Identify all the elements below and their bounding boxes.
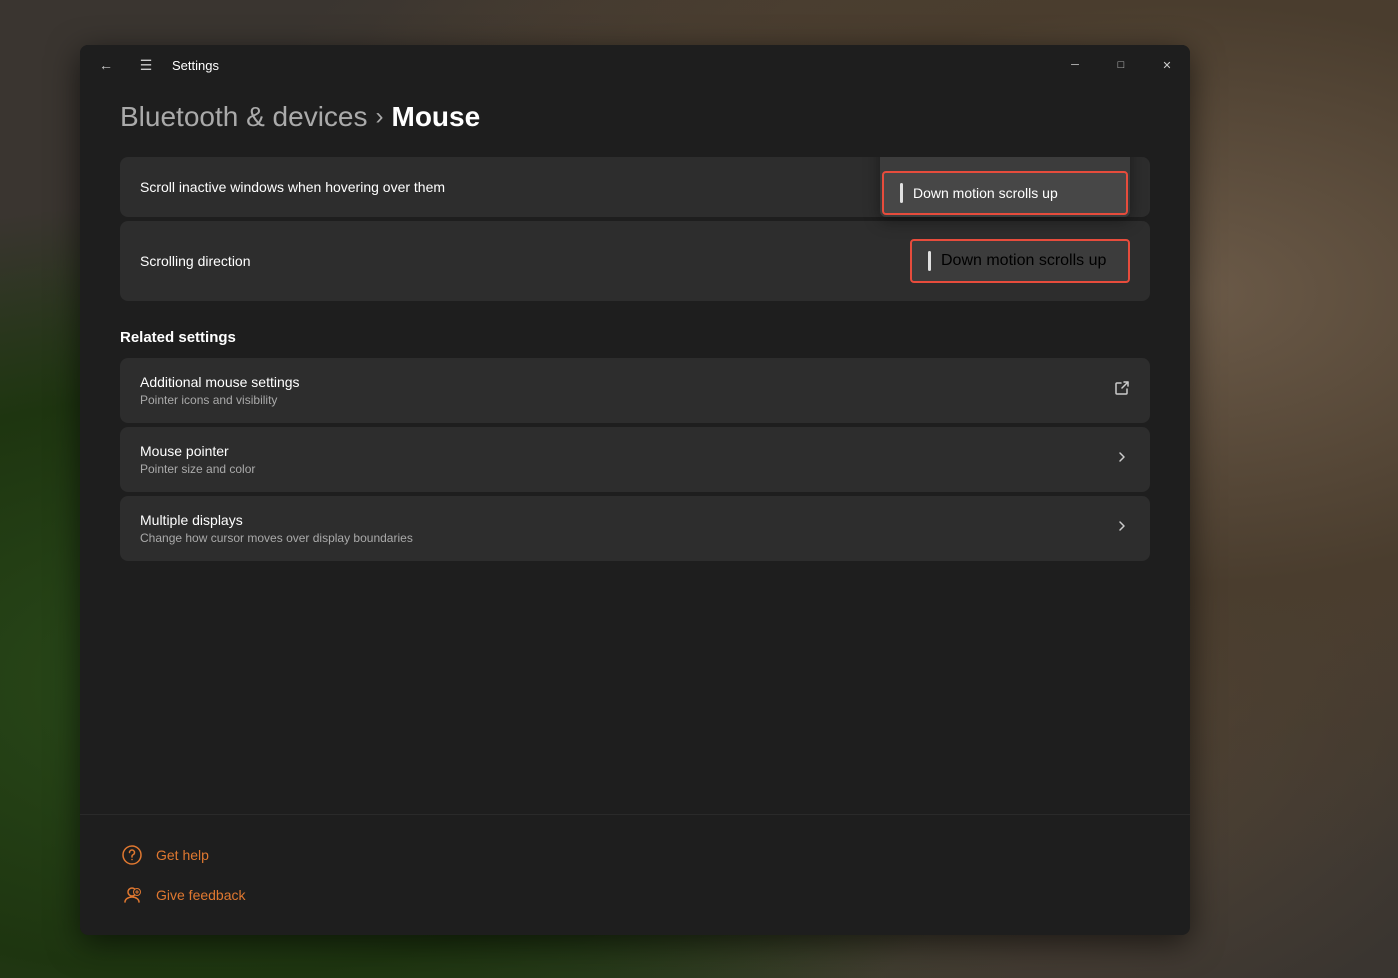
main-scroll-area[interactable]: Scroll inactive windows when hovering ov… <box>80 157 1190 814</box>
breadcrumb: Bluetooth & devices › Mouse <box>120 101 1150 133</box>
related-item-2-subtitle: Change how cursor moves over display bou… <box>140 531 413 545</box>
dropdown-container: Down motion scrolls down Down motion scr… <box>880 157 1130 217</box>
scrolling-direction-value: Down motion scrolls up <box>941 252 1106 270</box>
close-button[interactable]: ✕ <box>1144 45 1190 85</box>
related-item-1-text: Mouse pointer Pointer size and color <box>140 443 255 476</box>
get-help-label: Get help <box>156 847 209 863</box>
titlebar-left: ← ☰ Settings <box>92 51 219 79</box>
selected-bar-indicator <box>928 251 931 271</box>
get-help-link[interactable]: Get help <box>120 835 1150 875</box>
related-item-0-title: Additional mouse settings <box>140 374 300 390</box>
dropdown-option-1[interactable]: Down motion scrolls down <box>880 157 1130 169</box>
related-item-2[interactable]: Multiple displays Change how cursor move… <box>120 496 1150 561</box>
settings-window: ← ☰ Settings ─ □ ✕ Bluetooth & devices › <box>80 45 1190 935</box>
give-feedback-icon <box>120 883 144 907</box>
related-item-1[interactable]: Mouse pointer Pointer size and color <box>120 427 1150 492</box>
scrolling-direction-row: Down motion scrolls down Down motion scr… <box>120 221 1150 301</box>
related-item-1-subtitle: Pointer size and color <box>140 462 255 476</box>
back-button[interactable]: ← <box>92 51 120 79</box>
breadcrumb-parent[interactable]: Bluetooth & devices <box>120 101 368 133</box>
minimize-button[interactable]: ─ <box>1052 45 1098 85</box>
dropdown-option-2-selected[interactable]: Down motion scrolls up <box>882 171 1128 215</box>
related-item-2-title: Multiple displays <box>140 512 413 528</box>
bottom-links: Get help Give feedback <box>80 814 1190 935</box>
window-title: Settings <box>172 58 219 73</box>
scrolling-direction-dropdown: Down motion scrolls down Down motion scr… <box>880 157 1130 217</box>
scrolling-direction-label: Scrolling direction <box>140 253 251 269</box>
chevron-right-icon-2 <box>1114 518 1130 539</box>
scroll-inactive-label: Scroll inactive windows when hovering ov… <box>140 179 445 195</box>
related-item-0-text: Additional mouse settings Pointer icons … <box>140 374 300 407</box>
scrolling-direction-main: Scrolling direction Down motion scrolls … <box>120 221 1150 301</box>
selected-indicator <box>900 183 903 203</box>
give-feedback-link[interactable]: Give feedback <box>120 875 1150 915</box>
header: Bluetooth & devices › Mouse <box>80 85 1190 157</box>
related-item-1-title: Mouse pointer <box>140 443 255 459</box>
related-item-2-text: Multiple displays Change how cursor move… <box>140 512 413 545</box>
give-feedback-label: Give feedback <box>156 887 246 903</box>
breadcrumb-current: Mouse <box>392 101 481 133</box>
get-help-icon <box>120 843 144 867</box>
titlebar: ← ☰ Settings ─ □ ✕ <box>80 45 1190 85</box>
window-controls: ─ □ ✕ <box>1052 45 1190 85</box>
menu-button[interactable]: ☰ <box>132 51 160 79</box>
maximize-button[interactable]: □ <box>1098 45 1144 85</box>
breadcrumb-separator: › <box>376 103 384 131</box>
content-area: Bluetooth & devices › Mouse Scroll inact… <box>80 85 1190 935</box>
related-item-0[interactable]: Additional mouse settings Pointer icons … <box>120 358 1150 423</box>
scrolling-direction-select[interactable]: Down motion scrolls up <box>910 239 1130 283</box>
related-item-0-subtitle: Pointer icons and visibility <box>140 393 300 407</box>
related-settings-heading: Related settings <box>120 329 1150 346</box>
chevron-right-icon-1 <box>1114 449 1130 470</box>
external-link-icon <box>1114 380 1130 401</box>
